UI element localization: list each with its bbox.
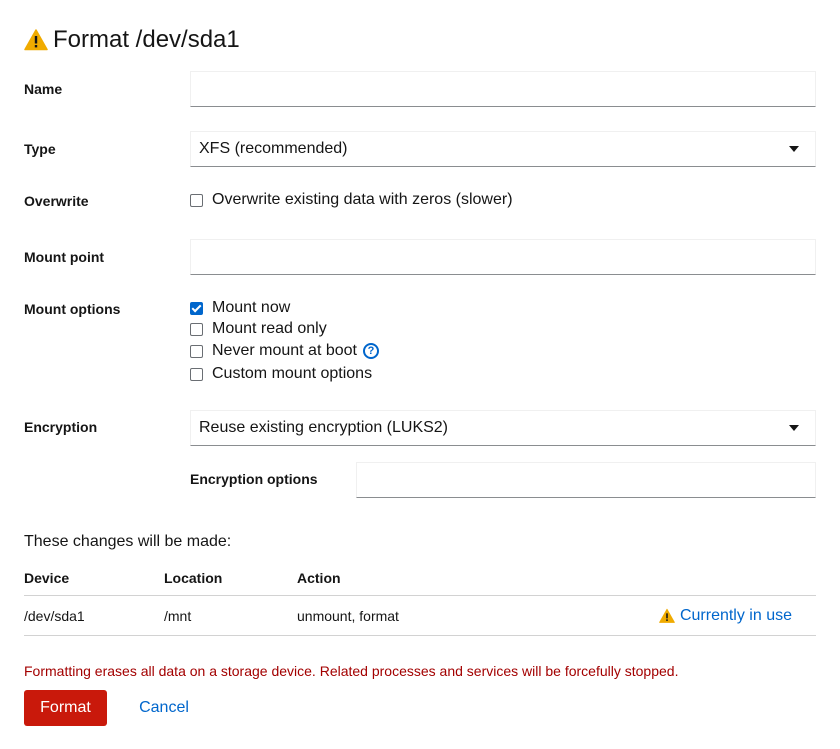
encryption-select[interactable]: Reuse existing encryption (LUKS2) xyxy=(190,410,816,446)
mount-read-only-option[interactable]: Mount read only xyxy=(190,320,327,338)
name-label: Name xyxy=(24,81,63,97)
column-header-location: Location xyxy=(164,569,223,586)
encryption-select-value: Reuse existing encryption (LUKS2) xyxy=(199,419,449,436)
mount-point-label: Mount point xyxy=(24,249,105,265)
mount-point-input[interactable] xyxy=(190,239,816,275)
changes-table: Device Location Action /dev/sda1 /mnt un… xyxy=(24,560,816,636)
encryption-options-label: Encryption options xyxy=(190,471,318,487)
type-label: Type xyxy=(24,141,56,157)
dialog-title: Format /dev/sda1 xyxy=(24,26,240,54)
format-button[interactable]: Format xyxy=(24,690,107,726)
overwrite-checkbox-label: Overwrite existing data with zeros (slow… xyxy=(212,191,513,208)
column-header-device: Device xyxy=(24,569,70,586)
mount-options-label: Mount options xyxy=(24,301,121,317)
never-mount-at-boot-label: Never mount at boot xyxy=(212,342,357,359)
custom-mount-options-label: Custom mount options xyxy=(212,365,373,382)
encryption-options-input[interactable] xyxy=(356,462,816,498)
question-circle-icon[interactable]: ? xyxy=(362,343,379,359)
cell-action: unmount, format xyxy=(297,607,399,624)
encryption-label: Encryption xyxy=(24,419,98,435)
cancel-button[interactable]: Cancel xyxy=(127,690,201,726)
caret-down-icon xyxy=(789,146,799,152)
table-row: /dev/sda1 /mnt unmount, format Currently… xyxy=(24,596,816,636)
changes-title: These changes will be made: xyxy=(24,533,232,550)
overwrite-label: Overwrite xyxy=(24,193,89,209)
mount-now-checkbox[interactable] xyxy=(190,301,203,315)
custom-mount-options-option[interactable]: Custom mount options xyxy=(190,365,372,383)
never-mount-at-boot-checkbox[interactable] xyxy=(190,344,203,358)
overwrite-checkbox-row[interactable]: Overwrite existing data with zeros (slow… xyxy=(190,191,513,209)
mount-now-label: Mount now xyxy=(212,299,291,316)
never-mount-at-boot-option[interactable]: Never mount at boot ? xyxy=(190,342,379,360)
currently-in-use-link[interactable]: Currently in use xyxy=(659,607,792,625)
type-select-value: XFS (recommended) xyxy=(199,140,348,157)
currently-in-use-label: Currently in use xyxy=(679,606,792,624)
cell-device: /dev/sda1 xyxy=(24,607,85,624)
danger-warning-text: Formatting erases all data on a storage … xyxy=(24,663,679,679)
warning-triangle-icon xyxy=(24,29,48,51)
overwrite-checkbox[interactable] xyxy=(190,193,203,207)
mount-now-option[interactable]: Mount now xyxy=(190,299,290,317)
mount-read-only-label: Mount read only xyxy=(212,320,327,337)
page-title: Format /dev/sda1 xyxy=(53,26,240,53)
table-header: Device Location Action xyxy=(24,560,816,596)
warning-triangle-icon xyxy=(659,608,675,623)
type-select[interactable]: XFS (recommended) xyxy=(190,131,816,167)
caret-down-icon xyxy=(789,425,799,431)
cell-location: /mnt xyxy=(164,607,192,624)
mount-read-only-checkbox[interactable] xyxy=(190,322,203,336)
name-input[interactable] xyxy=(190,71,816,107)
custom-mount-options-checkbox[interactable] xyxy=(190,367,203,381)
column-header-action: Action xyxy=(297,569,341,586)
